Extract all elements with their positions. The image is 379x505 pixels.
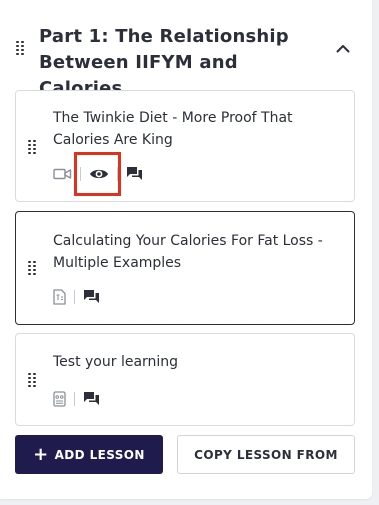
lesson-meta bbox=[53, 289, 100, 305]
section-header: Part 1: The Relationship Between IIFYM a… bbox=[0, 0, 372, 99]
lesson-title[interactable]: Test your learning bbox=[53, 351, 323, 373]
meta-divider bbox=[74, 392, 75, 406]
add-lesson-label: ADD LESSON bbox=[54, 447, 145, 462]
plus-icon: + bbox=[33, 443, 49, 465]
document-icon bbox=[53, 289, 66, 305]
lesson-title[interactable]: The Twinkie Diet - More Proof That Calor… bbox=[53, 107, 323, 151]
lesson-title[interactable]: Calculating Your Calories For Fat Loss -… bbox=[53, 230, 323, 274]
comments-icon[interactable] bbox=[83, 289, 100, 305]
comments-icon[interactable] bbox=[126, 166, 143, 182]
section-drag-handle-icon[interactable] bbox=[16, 41, 24, 55]
meta-divider bbox=[117, 167, 118, 181]
collapse-section-button[interactable] bbox=[333, 38, 353, 58]
lesson-item[interactable]: Calculating Your Calories For Fat Loss -… bbox=[15, 211, 355, 325]
meta-divider bbox=[80, 167, 81, 181]
meta-divider bbox=[74, 290, 75, 304]
lesson-item[interactable]: Test your learning bbox=[15, 333, 355, 426]
lesson-drag-handle-icon[interactable] bbox=[28, 140, 36, 154]
chevron-up-icon bbox=[336, 44, 350, 52]
lesson-drag-handle-icon[interactable] bbox=[28, 261, 36, 275]
lesson-meta bbox=[53, 166, 143, 182]
section-card: Part 1: The Relationship Between IIFYM a… bbox=[0, 0, 372, 499]
video-icon bbox=[53, 168, 72, 180]
lesson-meta bbox=[53, 391, 100, 407]
quiz-icon bbox=[53, 391, 66, 407]
lesson-item[interactable]: The Twinkie Diet - More Proof That Calor… bbox=[15, 90, 355, 202]
lesson-drag-handle-icon[interactable] bbox=[28, 373, 36, 387]
copy-lesson-from-button[interactable]: COPY LESSON FROM bbox=[177, 435, 355, 474]
add-lesson-button[interactable]: + ADD LESSON bbox=[15, 435, 163, 474]
eye-icon[interactable] bbox=[89, 167, 109, 181]
copy-lesson-label: COPY LESSON FROM bbox=[194, 447, 338, 462]
comments-icon[interactable] bbox=[83, 391, 100, 407]
